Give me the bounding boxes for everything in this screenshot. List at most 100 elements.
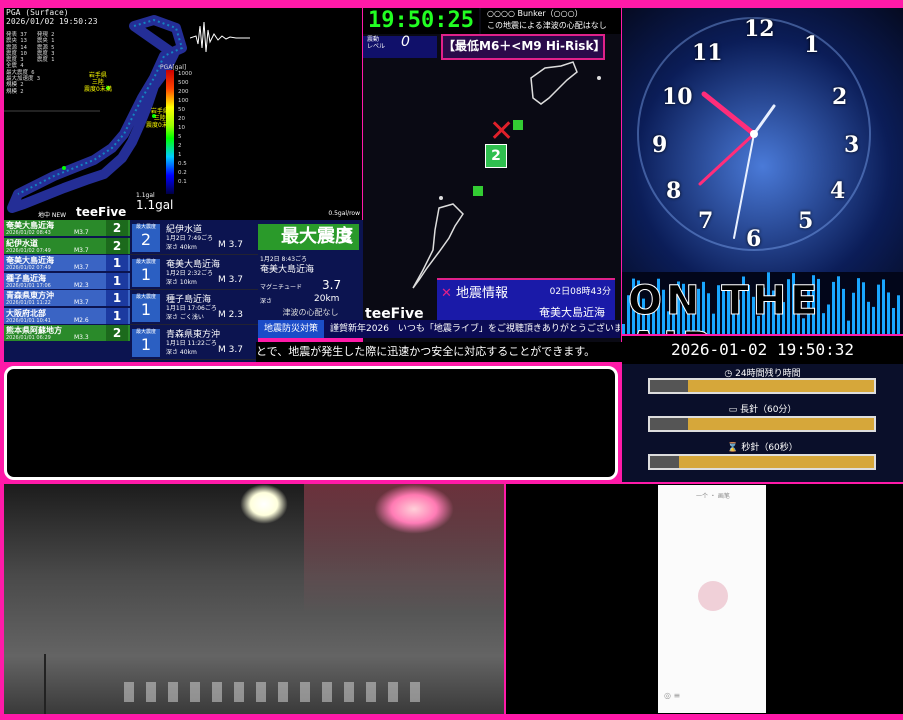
message-box <box>4 366 618 480</box>
phone-screen: 一个 ・ 画笔 ◎ ≡ <box>658 485 766 713</box>
quake-intensity: 2 <box>106 237 128 254</box>
quake-intensity: 2 <box>106 325 128 341</box>
eq-info-box: ✕ 地震情報 02日08時43分 奄美大島近海 <box>437 278 615 322</box>
tsunami-notice: ○○○○ Bunker（○○○） この地震による津波の心配はなし <box>481 8 621 34</box>
x-icon: ✕ <box>441 286 452 301</box>
quake-list-row: 種子島近海 2026/01/01 17:06 M2.3 1 <box>4 272 130 289</box>
clock-number-7: 7 <box>698 208 714 234</box>
eq-info-time: 02日08時43分 <box>549 287 611 297</box>
news-ticker: 地震防災対策 謹賀新年2026 いつも「地震ライブ」をご視聴頂きありがとうございま… <box>258 320 620 338</box>
crosswalk <box>124 682 424 702</box>
quake-list-row: 奄美大島近海 2026/01/02 08:43 M3.7 2 <box>4 220 130 236</box>
eq-info-region: 奄美大島近海 <box>539 306 605 319</box>
amami-map <box>412 61 601 289</box>
quake-magnitude: M3.7 <box>74 246 89 254</box>
pole <box>44 654 46 714</box>
clock-number-6: 6 <box>746 226 762 252</box>
card-date: 1月1日 11:22ごろ <box>166 340 217 347</box>
risk-banner: 【最低M6＋<M9 Hi-Risk】 <box>441 34 605 60</box>
shake-level: 震動 レベル 0 <box>363 34 437 58</box>
ticker-text: 謹賀新年2026 いつも「地震ライブ」をご視聴頂きありがとうございます! <box>330 324 620 334</box>
monitor-icon: ▭ <box>728 405 738 415</box>
card-magnitude: M 3.7 <box>218 240 243 250</box>
street-light <box>240 484 288 524</box>
brand-small: 地中 NEW <box>38 212 67 219</box>
seismograph-trace <box>190 21 250 53</box>
quake-magnitude: M3.7 <box>74 264 89 271</box>
quake-magnitude: M3.7 <box>74 299 89 306</box>
depth-value: 20km <box>314 294 340 304</box>
corner-label: 0.5gal/row <box>328 210 360 217</box>
card-depth: 深さ 40km <box>166 244 197 251</box>
card-depth: 深さ 40km <box>166 349 197 356</box>
region-label-iwate: 岩手県 三陸 震度0未満 <box>84 72 112 93</box>
card-magnitude: M 3.7 <box>218 275 243 285</box>
clock-number-4: 4 <box>830 178 846 204</box>
minute-progress-bar <box>648 416 876 432</box>
day-progress-bar <box>648 378 876 394</box>
quake-list-row: 熊本県阿蘇地方 2026/01/01 06:29 M3.3 2 <box>4 325 130 341</box>
clock-number-1: 1 <box>804 32 820 58</box>
phone-title: 一个 ・ 画笔 <box>696 493 730 500</box>
quake-card: 最大震度 1 奄美大島近海 1月2日 2:32ごろ 深さ 10km M 3.7 <box>130 255 258 290</box>
eq-info-title: ✕ 地震情報 <box>441 286 509 301</box>
card-depth: 深さ ごく浅い <box>166 314 204 321</box>
building <box>304 484 504 614</box>
max-intensity-value: 2 <box>340 226 353 247</box>
quake-intensity: 2 <box>106 220 128 236</box>
clock-number-10: 10 <box>662 84 693 110</box>
phone-nav-icon[interactable]: ◎ ≡ <box>664 691 680 700</box>
datetime-display: 2026-01-02 19:50:32 <box>622 336 903 364</box>
quake-card: 最大震度 1 青森県東方沖 1月1日 11:22ごろ 深さ 40km M 3.7 <box>130 325 258 360</box>
quake-intensity: 1 <box>106 255 128 271</box>
quake-info-panel: 19:50:25 ○○○○ Bunker（○○○） この地震による津波の心配はな… <box>363 8 621 362</box>
max-intensity-box: 最大震度 2 1月2日 8:43ごろ 奄美大島近海 マグニチュード 3.7 深さ … <box>258 220 363 320</box>
quake-date: 2026/01/02 07:49 <box>6 247 51 254</box>
card-intensity: 最大震度 1 <box>132 259 160 287</box>
analog-clock-panel: 12 1 2 3 4 5 6 7 8 9 10 11 <box>622 8 903 272</box>
seismic-map-panel: PGA (Surface) 2026/01/02 19:50:23 発表 37 … <box>4 8 362 220</box>
quake-list-row: 青森県東方沖 2026/01/01 11:22 M3.7 1 <box>4 290 130 306</box>
quake-date: 2026/01/02 08:43 <box>6 230 51 236</box>
quake-magnitude: M2.3 <box>74 281 89 289</box>
quake-history-list: 奄美大島近海 2026/01/02 08:43 M3.7 2 紀伊水道 2026/01/0… <box>4 220 130 362</box>
tsunami-status: 津波の心配なし <box>282 308 339 317</box>
card-date: 1月1日 17:06ごろ <box>166 305 217 312</box>
clock-number-9: 9 <box>652 132 668 158</box>
day-progress-fill <box>650 380 689 392</box>
quake-card: 最大震度 2 紀伊水道 1月2日 7:49ごろ 深さ 40km M 3.7 <box>130 220 258 255</box>
quake-date: 2026/01/01 11:22 <box>6 300 51 306</box>
ticker-tag: 地震防災対策 <box>258 320 325 338</box>
digital-clock: 19:50:25 <box>363 8 479 34</box>
gal-value: 1.1gal <box>136 198 174 212</box>
scrolling-caption: とで、地震が発生した際に迅速かつ安全に対応することができます。 <box>256 342 624 362</box>
second-progress-fill <box>650 456 680 468</box>
quake-card: 最大震度 1 種子島近海 1月1日 17:06ごろ 深さ ごく浅い M 2.3 <box>130 290 258 325</box>
second-label: ⌛ 秒針（60秒） <box>727 443 798 453</box>
clock-number-2: 2 <box>832 84 848 110</box>
clock-number-5: 5 <box>798 208 814 234</box>
clock-number-3: 3 <box>844 132 860 158</box>
pga-color-scale <box>166 70 174 194</box>
magnitude-value: 3.7 <box>322 278 342 292</box>
card-magnitude: M 3.7 <box>218 345 243 355</box>
card-intensity: 最大震度 1 <box>132 329 160 357</box>
second-progress-bar <box>648 454 876 470</box>
quake-list-row: 大阪府北部 2026/01/01 10:41 M2.6 1 <box>4 307 130 324</box>
magnitude-label: マグニチュード <box>260 284 303 291</box>
minute-progress-fill <box>650 418 689 430</box>
quake-date: 2026/01/01 17:06 <box>6 282 51 289</box>
pga-scale-labels: 1000 500 200 100 50 20 10 5 2 1 0.5 0.2 0.1 <box>178 71 192 185</box>
depth-label: 深さ <box>260 298 273 305</box>
max-intensity-header: 最大震度 2 <box>258 224 359 250</box>
max-region: 奄美大島近海 <box>260 265 315 275</box>
shake-level-value: 0 <box>401 34 410 50</box>
clock-number-8: 8 <box>666 178 682 204</box>
quake-intensity: 1 <box>106 272 128 289</box>
quake-list-row: 奄美大島近海 2026/01/02 07:49 M3.7 1 <box>4 255 130 271</box>
quake-date: 2026/01/01 10:41 <box>6 317 51 324</box>
minute-label: ▭ 長針（60分） <box>728 405 797 415</box>
quake-intensity: 1 <box>106 307 128 324</box>
card-intensity: 最大震度 1 <box>132 294 160 322</box>
card-intensity: 最大震度 2 <box>132 224 160 252</box>
